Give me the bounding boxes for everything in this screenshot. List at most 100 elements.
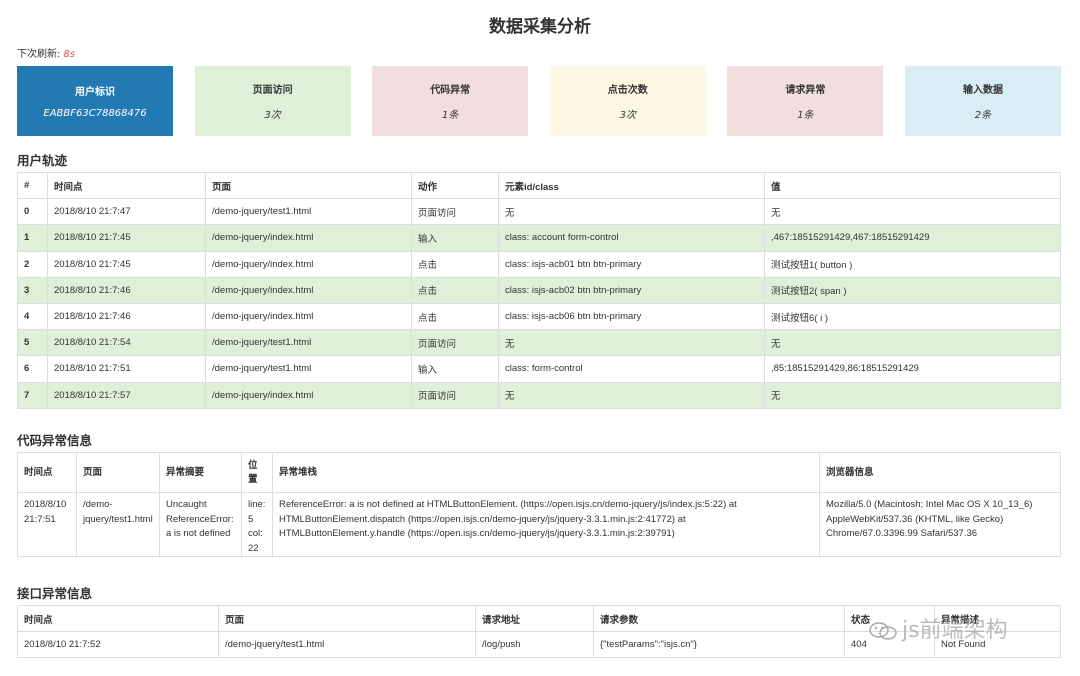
card-value: 1条: [442, 110, 459, 121]
table-cell: 无: [764, 198, 1061, 226]
table-cell: 4: [17, 302, 48, 331]
user-track-body: 0 2018/8/10 21:7:47/demo-jquery/test1.htm…: [17, 198, 1061, 409]
card-code-errors: 代码异常 1条: [372, 66, 529, 136]
table-cell: class: isjs-acb02 btn btn-primary: [498, 276, 765, 304]
table-row: 3 2018/8/10 21:7:46/demo-jquery/index.htm…: [17, 276, 1061, 304]
table-cell: /demo-jquery/index.html: [205, 381, 412, 409]
card-title: 用户标识: [75, 87, 115, 98]
card-user-id: 用户标识 EABBF63C78868476: [17, 66, 173, 136]
table-cell: 点击: [411, 250, 499, 278]
card-value: 2条: [974, 110, 992, 121]
code-error-table: 时间点 页面 异常摘要 位置 异常堆栈 浏览器信息 2018/8/10 21:7…: [17, 452, 1061, 557]
table-cell: 页面访问: [411, 329, 499, 357]
summary-cards: 用户标识 EABBF63C78868476 页面访问 3次 代码异常 1条 点击…: [17, 66, 1061, 136]
table-cell: 点击: [411, 302, 499, 331]
page-title: 数据采集分析: [489, 17, 591, 37]
column-header: 请求参数: [593, 605, 845, 632]
table-cell: 页面访问: [411, 198, 499, 226]
watermark: js前端架构: [868, 612, 1008, 644]
column-header: 时间点: [47, 171, 206, 200]
table-row: 0 2018/8/10 21:7:47/demo-jquery/test1.htm…: [17, 198, 1061, 226]
section-title-user-track: 用户轨迹: [17, 153, 68, 168]
table-cell: 无: [498, 329, 765, 357]
column-header: 异常摘要: [159, 452, 242, 493]
table-cell: 无: [764, 329, 1061, 357]
refresh-label: 下次刷新:: [17, 49, 61, 60]
page: 数据采集分析 下次刷新: 8s 用户标识 EABBF63C78868476 页面访…: [0, 0, 1080, 676]
table-cell: 测试按钮1( button ): [764, 250, 1061, 278]
table-cell: line: 5 col: 22: [241, 492, 273, 557]
card-title: 代码异常: [430, 85, 471, 96]
table-cell: 2018/8/10 21:7:46: [47, 276, 206, 304]
table-cell: 1: [17, 224, 48, 252]
table-cell: 2018/8/10 21:7:51: [17, 492, 77, 557]
card-page-visits: 页面访问 3次: [194, 66, 351, 136]
table-row: 1 2018/8/10 21:7:45/demo-jquery/index.htm…: [17, 224, 1061, 252]
table-cell: ,85:18515291429,86:18515291429: [764, 355, 1061, 383]
column-header: 浏览器信息: [819, 452, 1061, 493]
table-header-row: 时间点 页面 异常摘要 位置 异常堆栈 浏览器信息: [17, 452, 1061, 493]
table-cell: 页面访问: [411, 381, 499, 409]
table-cell: 3: [17, 276, 48, 304]
table-cell: 无: [498, 381, 765, 409]
column-header: 页面: [205, 171, 412, 200]
column-header: 页面: [218, 605, 476, 632]
table-row: 6 2018/8/10 21:7:51/demo-jquery/test1.htm…: [17, 355, 1061, 383]
column-header: 时间点: [17, 452, 77, 493]
table-cell: 2018/8/10 21:7:45: [47, 224, 206, 252]
table-cell: 无: [498, 198, 765, 226]
card-value: 3次: [619, 110, 636, 121]
table-cell: {"testParams":"isjs.cn"}: [593, 631, 845, 658]
wechat-icon: [869, 622, 897, 640]
column-header: 请求地址: [475, 605, 594, 632]
column-header: 元素id/class: [498, 171, 765, 200]
column-header: 值: [764, 171, 1061, 200]
table-cell: /demo-jquery/index.html: [205, 302, 412, 331]
card-request-errors: 请求异常 1条: [727, 66, 884, 136]
table-header-row: # 时间点 页面 动作 元素id/class 值: [17, 171, 1061, 200]
table-cell: class: form-control: [498, 355, 765, 383]
card-value: 1条: [797, 110, 814, 121]
table-cell: 7: [17, 381, 48, 409]
column-header: 异常堆栈: [272, 452, 820, 493]
table-cell: 0: [17, 198, 48, 226]
table-cell: /demo-jquery/test1.html: [205, 355, 412, 383]
card-value: EABBF63C78868476: [43, 108, 147, 119]
column-header: 动作: [411, 171, 499, 200]
column-header: #: [17, 171, 48, 200]
user-track-table: # 时间点 页面 动作 元素id/class 值 0 2018/8/10 21:7…: [17, 171, 1061, 409]
table-cell: 测试按钮2( span ): [764, 276, 1061, 304]
table-cell: 测试按钮6( i ): [764, 302, 1061, 331]
table-cell: 2018/8/10 21:7:51: [47, 355, 206, 383]
table-cell: 2: [17, 250, 48, 278]
table-cell: class: isjs-acb06 btn btn-primary: [498, 302, 765, 331]
table-cell: 点击: [411, 276, 499, 304]
table-cell: /demo-jquery/test1.html: [205, 198, 412, 226]
card-title: 请求异常: [785, 85, 826, 96]
table-cell: /demo-jquery/index.html: [205, 224, 412, 252]
table-cell: class: isjs-acb01 btn btn-primary: [498, 250, 765, 278]
refresh-countdown: 下次刷新: 8s: [17, 45, 75, 60]
table-row: 4 2018/8/10 21:7:46/demo-jquery/index.htm…: [17, 302, 1061, 331]
table-cell: 2018/8/10 21:7:54: [47, 329, 206, 357]
table-row: 5 2018/8/10 21:7:54/demo-jquery/test1.htm…: [17, 329, 1061, 357]
column-header: 时间点: [17, 605, 219, 632]
code-error-body: 2018/8/10 21:7:51/demo-jquery/test1.html…: [17, 492, 1061, 557]
table-cell: 2018/8/10 21:7:52: [17, 631, 219, 658]
table-cell: /demo-jquery/test1.html: [76, 492, 160, 557]
table-row: 7 2018/8/10 21:7:57/demo-jquery/index.htm…: [17, 381, 1061, 409]
table-cell: class: account form-control: [498, 224, 765, 252]
table-cell: Mozilla/5.0 (Macintosh; Intel Mac OS X 1…: [819, 492, 1061, 557]
table-cell: Uncaught ReferenceError: a is not define…: [159, 492, 242, 557]
table-cell: 5: [17, 329, 48, 357]
table-cell: /demo-jquery/test1.html: [218, 631, 476, 658]
table-cell: 2018/8/10 21:7:45: [47, 250, 206, 278]
card-title: 点击次数: [607, 85, 648, 96]
card-title: 页面访问: [252, 85, 293, 96]
table-cell: 输入: [411, 224, 499, 252]
table-cell: /demo-jquery/index.html: [205, 276, 412, 304]
section-title-code-errors: 代码异常信息: [17, 433, 93, 448]
table-cell: 2018/8/10 21:7:47: [47, 198, 206, 226]
table-cell: 2018/8/10 21:7:57: [47, 381, 206, 409]
card-value: 3次: [264, 110, 281, 121]
